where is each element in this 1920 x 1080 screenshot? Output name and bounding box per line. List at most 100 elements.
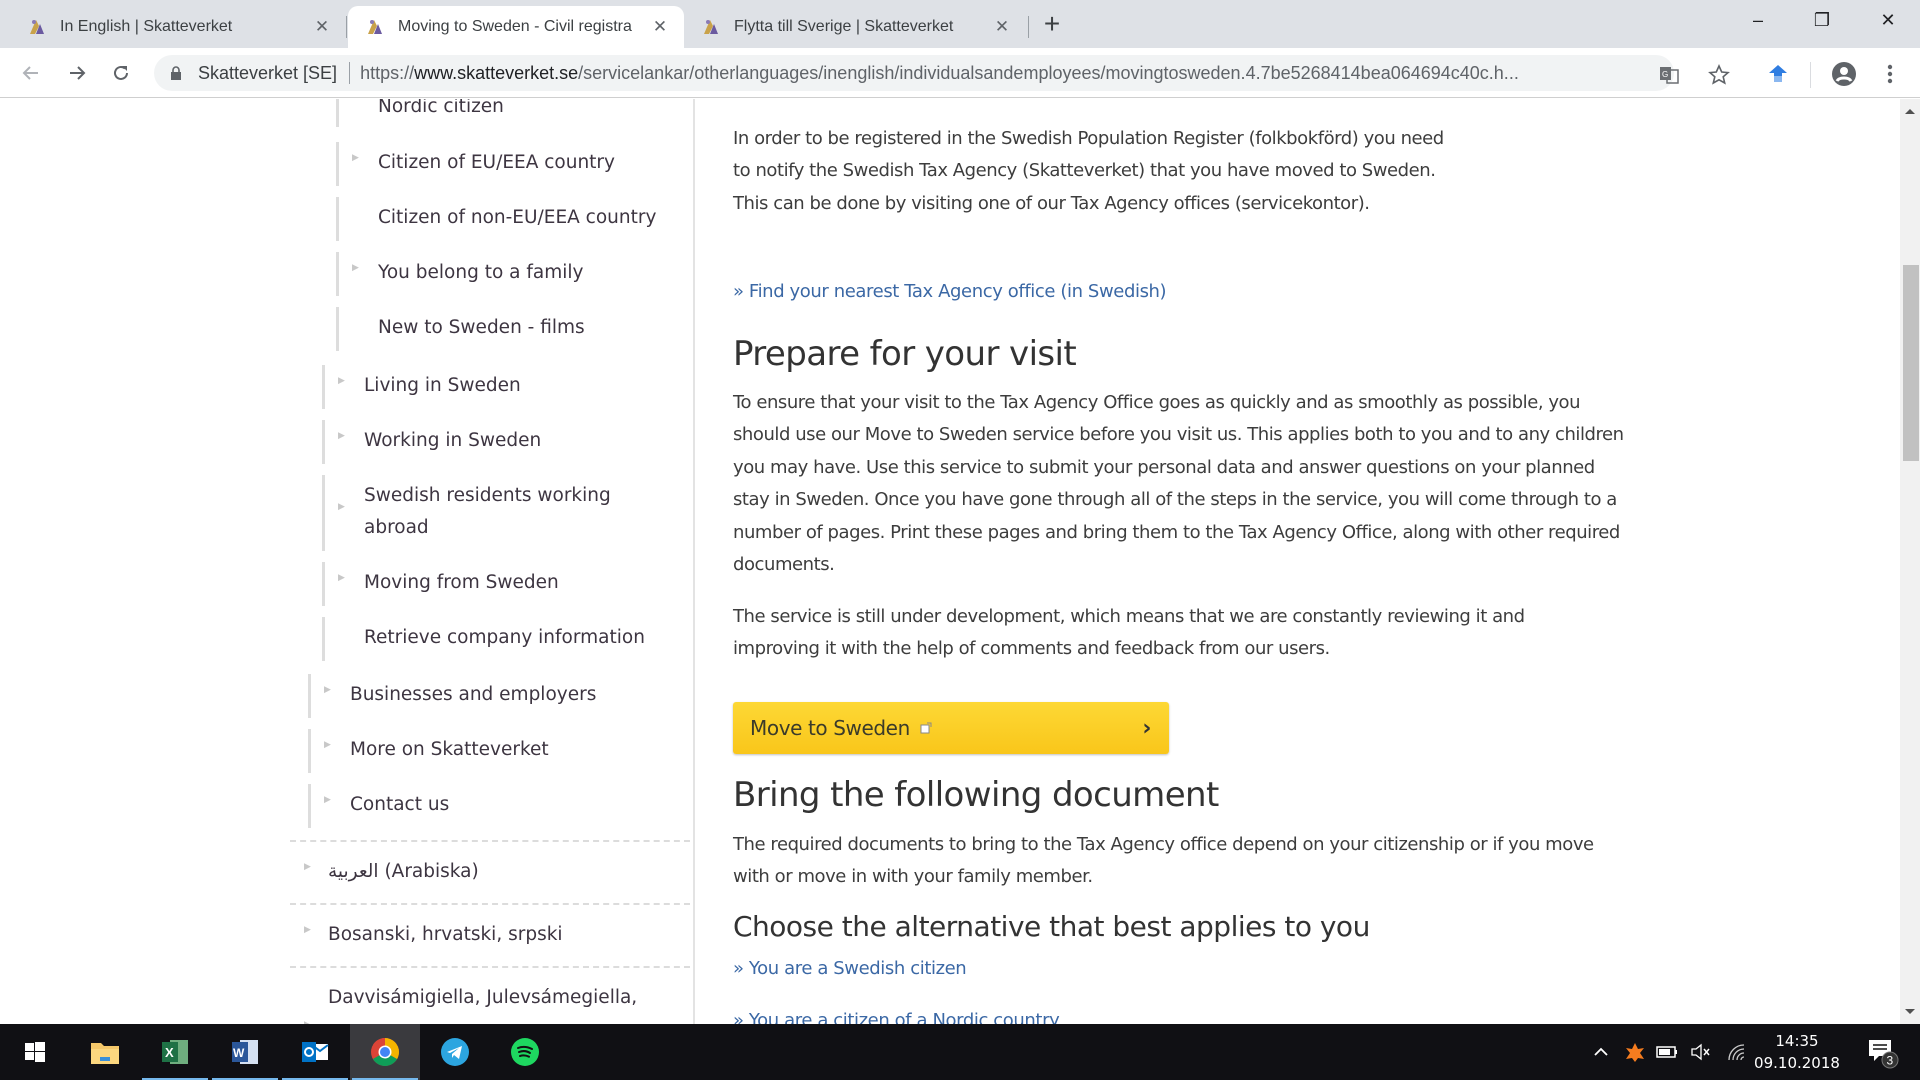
back-button[interactable] <box>16 58 46 88</box>
tray-volume[interactable] <box>1686 1024 1716 1080</box>
sidebar-item-label: You belong to a family <box>378 262 584 283</box>
taskbar-file-explorer[interactable] <box>70 1024 140 1080</box>
taskbar-clock[interactable]: 14:35 09.10.2018 <box>1752 1030 1842 1074</box>
forward-button[interactable] <box>62 58 92 88</box>
sidebar-item-citizen-non-eu-eea[interactable]: Citizen of non-EU/EEA country <box>336 197 676 243</box>
caret-right-icon: ▶ <box>352 153 359 163</box>
skatteverket-favicon-icon <box>704 20 718 34</box>
sidebar-item-belong-to-family[interactable]: ▶ You belong to a family <box>336 252 666 298</box>
tab-close-icon[interactable]: ✕ <box>992 17 1012 37</box>
word-icon: W <box>232 1040 258 1064</box>
caret-right-icon: ▶ <box>338 376 345 386</box>
outlook-icon <box>302 1042 329 1062</box>
sidebar-item-swedish-residents-abroad[interactable]: ▶ Swedish residents working abroad <box>322 475 662 553</box>
sidebar-item-businesses-employers[interactable]: ▶ Businesses and employers <box>308 674 668 720</box>
start-button[interactable] <box>0 1024 70 1080</box>
language-item-bosanski[interactable]: ▶ Bosanski, hrvatski, srpski <box>290 914 690 960</box>
sidebar-item-working-in-sweden[interactable]: ▶ Working in Sweden <box>322 420 662 466</box>
notification-icon: 3 <box>1869 1040 1899 1069</box>
dashed-divider <box>290 966 690 968</box>
action-center-button[interactable]: 3 <box>1862 1024 1902 1080</box>
extension-button[interactable] <box>1764 60 1792 88</box>
taskbar-excel[interactable]: X <box>140 1024 210 1080</box>
sidebar-item-nordic-citizen[interactable]: Nordic citizen <box>336 99 666 133</box>
tab-close-icon[interactable]: ✕ <box>650 17 670 37</box>
page-scrollbar[interactable] <box>1900 99 1920 1024</box>
tab-moving-to-sweden[interactable]: Moving to Sweden - Civil registra ✕ <box>348 6 684 48</box>
sidebar-item-citizen-eu-eea[interactable]: ▶ Citizen of EU/EEA country <box>336 142 666 188</box>
tray-avast[interactable] <box>1620 1024 1650 1080</box>
new-tab-button[interactable]: + <box>1038 8 1066 40</box>
sidebar-item-more-on-skatteverket[interactable]: ▶ More on Skatteverket <box>308 729 668 775</box>
page-viewport: Nordic citizen ▶ Citizen of EU/EEA count… <box>0 99 1900 1024</box>
tab-separator <box>346 16 347 38</box>
sidebar-item-moving-from-sweden[interactable]: ▶ Moving from Sweden <box>322 562 662 608</box>
minimize-button[interactable]: – <box>1730 0 1786 40</box>
nav-indent-bar <box>336 197 339 241</box>
arrow-right-icon <box>70 66 86 80</box>
nav-indent-bar <box>322 420 325 464</box>
sidebar-item-label: Retrieve company information <box>364 627 645 648</box>
taskbar-telegram[interactable] <box>420 1024 490 1080</box>
move-to-sweden-button[interactable]: Move to Sweden › <box>733 702 1169 754</box>
close-window-button[interactable]: ✕ <box>1860 0 1916 40</box>
avast-icon <box>1626 1043 1644 1062</box>
sidebar-item-living-in-sweden[interactable]: ▶ Living in Sweden <box>322 365 662 411</box>
caret-right-icon: ▶ <box>324 740 331 750</box>
menu-button[interactable] <box>1876 60 1904 88</box>
translate-button[interactable]: G <box>1658 64 1680 86</box>
show-hidden-icons-button[interactable] <box>1586 1024 1616 1080</box>
tab-in-english[interactable]: In English | Skatteverket ✕ <box>0 6 346 48</box>
language-item-arabic[interactable]: ▶ العربية (Arabiska) <box>290 851 690 897</box>
caret-right-icon: ▶ <box>304 1009 311 1024</box>
language-item-sami[interactable]: ▶ Davvisámigiella, Julevsámegiella, <box>290 977 690 1024</box>
tray-network[interactable] <box>1722 1024 1752 1080</box>
taskbar-word[interactable]: W <box>210 1024 280 1080</box>
site-identity: Skatteverket [SE] <box>198 62 338 83</box>
sidebar-item-label: New to Sweden - films <box>378 317 585 338</box>
taskbar-spotify[interactable] <box>490 1024 560 1080</box>
chevron-up-icon <box>1594 1047 1608 1056</box>
sidebar-nav: Nordic citizen ▶ Citizen of EU/EEA count… <box>290 99 690 1024</box>
address-bar[interactable]: Skatteverket [SE] https://www.skatteverk… <box>154 55 1674 91</box>
caret-right-icon: ▶ <box>338 573 345 583</box>
restore-button[interactable]: ❐ <box>1794 0 1850 40</box>
chevron-right-icon: › <box>1142 715 1151 741</box>
scroll-up-icon[interactable] <box>1905 109 1915 114</box>
alternative-swedish-citizen-link[interactable]: » You are a Swedish citizen <box>733 953 967 985</box>
clock-date: 09.10.2018 <box>1754 1054 1840 1072</box>
nav-indent-bar <box>322 617 325 661</box>
url-scheme: https:// <box>360 62 415 83</box>
caret-right-icon: ▶ <box>324 795 331 805</box>
tab-close-icon[interactable]: ✕ <box>312 17 332 37</box>
find-office-link[interactable]: » Find your nearest Tax Agency office (i… <box>733 276 1167 308</box>
sidebar-item-label: Businesses and employers <box>350 684 597 705</box>
intro-paragraph: In order to be registered in the Swedish… <box>733 128 1444 214</box>
tab-title: Moving to Sweden - Civil registra <box>398 18 632 35</box>
taskbar-outlook[interactable] <box>280 1024 350 1080</box>
sidebar-item-retrieve-company-info[interactable]: Retrieve company information <box>322 617 662 663</box>
scroll-down-icon[interactable] <box>1905 1009 1915 1014</box>
url-path: /servicelankar/otherlanguages/inenglish/… <box>578 62 1519 83</box>
bookmark-button[interactable] <box>1708 64 1730 86</box>
sidebar-item-contact-us[interactable]: ▶ Contact us <box>308 784 668 830</box>
sidebar-divider <box>693 99 695 1024</box>
reload-icon <box>114 65 128 80</box>
alternative-nordic-citizen-link[interactable]: » You are a citizen of a Nordic country <box>733 1005 1060 1024</box>
extension-icon <box>1769 65 1787 82</box>
sidebar-item-label: Nordic citizen <box>378 99 504 117</box>
reload-button[interactable] <box>106 58 136 88</box>
cta-label: Move to Sweden <box>750 716 910 740</box>
folder-icon <box>91 1043 119 1064</box>
taskbar-chrome[interactable] <box>350 1024 420 1080</box>
skatteverket-favicon-icon <box>368 20 382 34</box>
prepare-paragraph: To ensure that your visit to the Tax Age… <box>733 392 1624 576</box>
telegram-icon <box>441 1038 469 1066</box>
profile-button[interactable] <box>1830 60 1858 88</box>
caret-right-icon: ▶ <box>352 263 359 273</box>
tray-battery[interactable] <box>1652 1024 1682 1080</box>
scroll-thumb[interactable] <box>1903 265 1919 461</box>
sidebar-item-label: Moving from Sweden <box>364 572 559 593</box>
sidebar-item-new-to-sweden-films[interactable]: New to Sweden - films <box>336 307 666 353</box>
tab-flytta-till-sverige[interactable]: Flytta till Sverige | Skatteverket ✕ <box>686 6 1026 48</box>
